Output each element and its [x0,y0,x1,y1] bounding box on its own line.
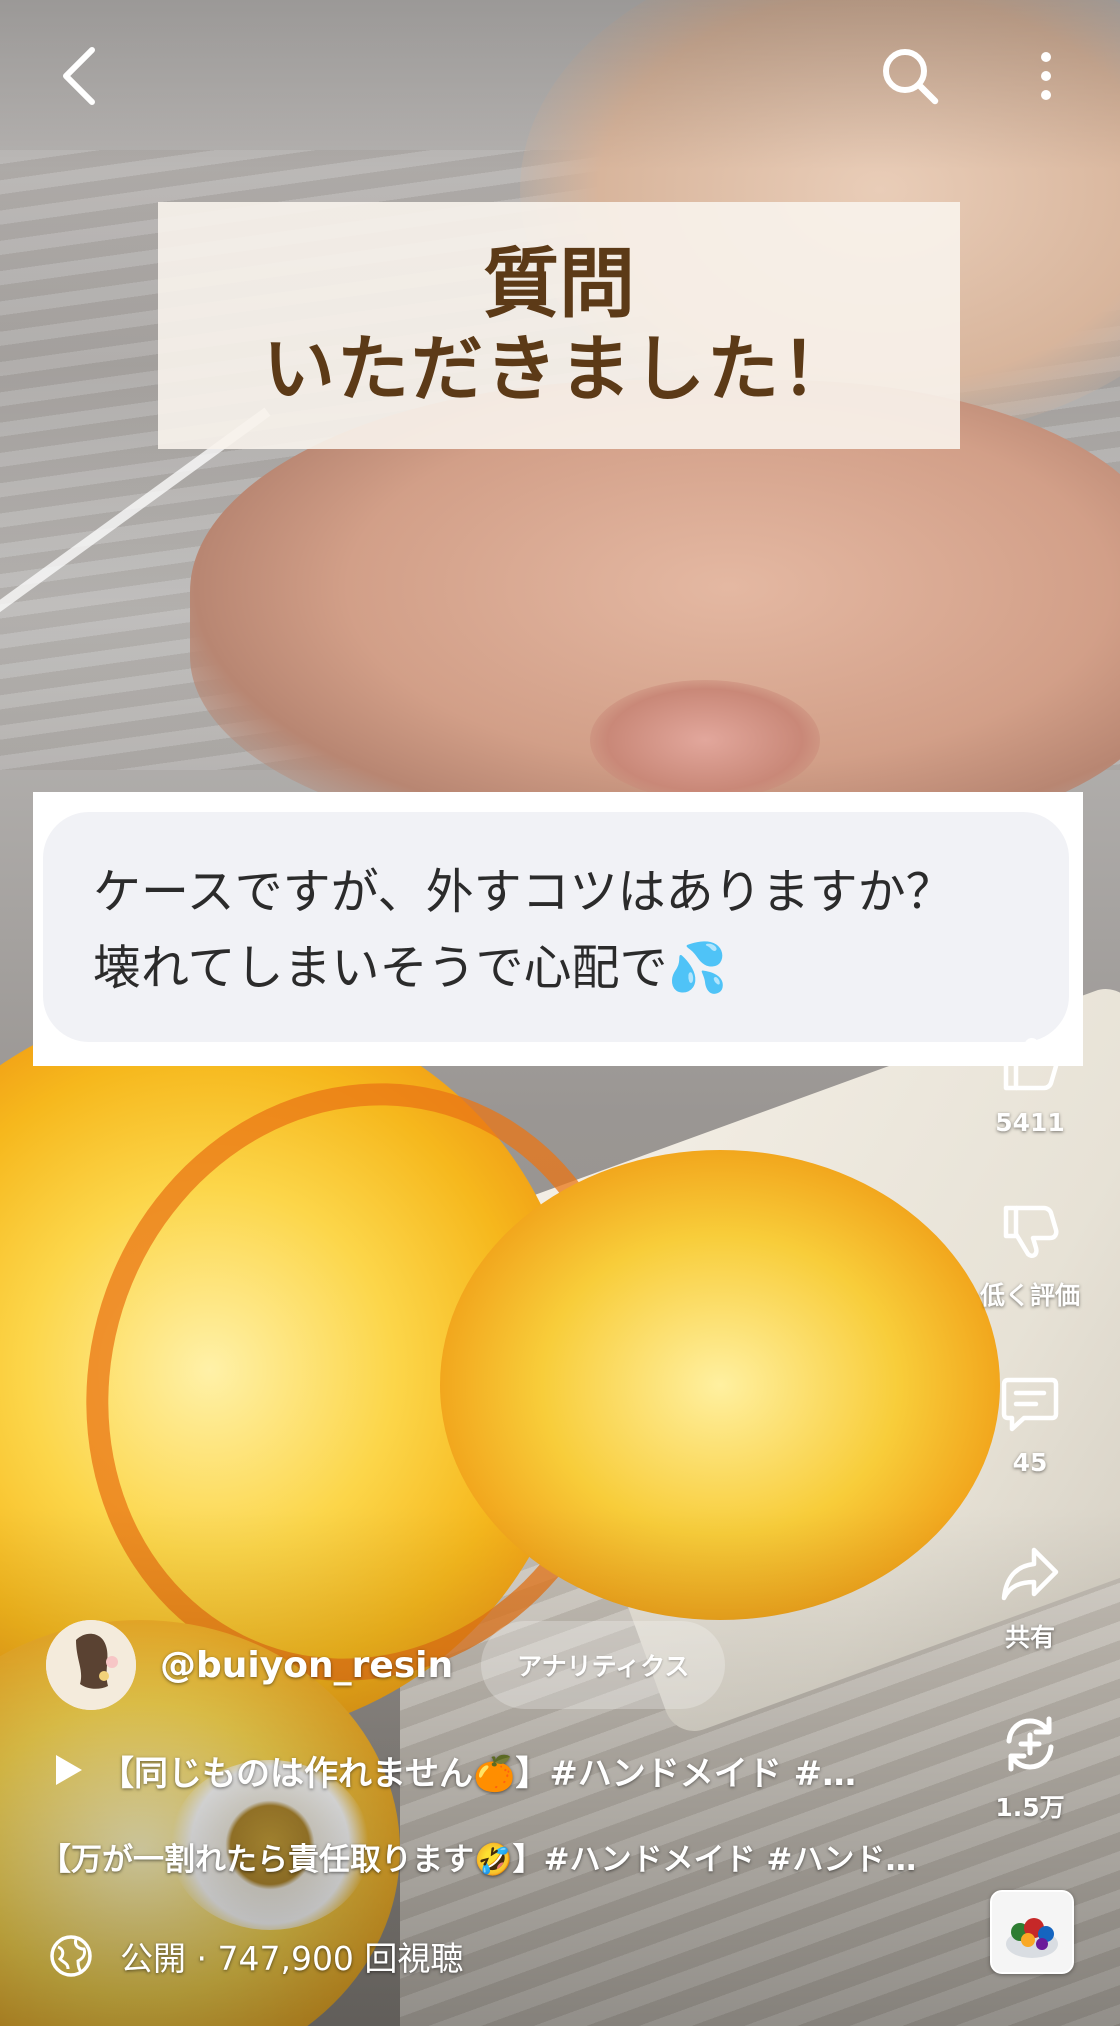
comments-button[interactable]: 45 [960,1372,1100,1477]
view-meta: 公開 · 747,900 回視聴 [48,1928,463,1984]
globe-icon [50,1935,92,1977]
like-count: 5411 [995,1108,1065,1137]
video-description[interactable]: 【万が一割れたら責任取ります🤣】#ハンドメイド #ハンド … [40,1834,920,1879]
question-card: ケースですが、外すコツはありますか？ 壊れてしまいそうで心配で💦 [33,792,1083,1066]
visibility-and-views: 公開 · 747,900 回視聴 [120,1939,464,1978]
caption-title-line: いただきました！ [262,326,855,411]
caption-title-line: 質問 [483,239,635,329]
channel-name[interactable]: @buiyon_resin [160,1645,453,1686]
remix-icon [998,1712,1062,1776]
dislike-button[interactable]: 低く評価 [960,1200,1100,1312]
share-arrow-icon [998,1542,1062,1606]
top-gradient [0,0,1120,170]
thumbs-down-icon [998,1200,1062,1264]
share-label: 共有 [1004,1623,1055,1652]
question-bubble: ケースですが、外すコツはありますか？ 壊れてしまいそうで心配で💦 [43,812,1069,1042]
like-button[interactable]: 5411 [960,1032,1100,1137]
search-button[interactable] [870,36,950,116]
video-title: 【同じものは作れません🍊】#ハンドメイド #… [100,1753,857,1794]
dislike-label: 低く評価 [979,1281,1080,1310]
sound-thumbnail[interactable] [990,1890,1074,1974]
search-icon [883,49,939,105]
more-options-button[interactable] [1016,36,1076,116]
channel-avatar[interactable] [46,1620,136,1710]
play-icon [56,1755,82,1785]
finger-shape [590,680,820,800]
share-button[interactable]: 共有 [960,1542,1100,1654]
video-title-link[interactable]: 【同じものは作れません🍊】#ハンドメイド #… [56,1740,916,1800]
remix-count: 1.5万 [995,1793,1065,1822]
question-line: ケースですが、外すコツはありますか？ [93,864,954,920]
question-line: 壊れてしまいそうで心配で💦 [93,940,728,996]
comment-icon [998,1372,1062,1436]
caption-title-card: 質問 いただきました！ [158,202,960,449]
shorts-player[interactable]: 質問 いただきました！ ケースですが、外すコツはありますか？ 壊れてしまいそうで… [0,0,1120,2026]
comment-count: 45 [1012,1448,1048,1477]
channel-row: @buiyon_resin アナリティクス [46,1620,726,1710]
thumbs-up-icon [998,1032,1062,1096]
analytics-button[interactable]: アナリティクス [481,1621,726,1709]
chevron-left-icon [63,47,95,105]
remix-button[interactable]: 1.5万 [960,1712,1100,1824]
more-vertical-icon [1041,52,1051,100]
back-button[interactable] [44,36,116,116]
